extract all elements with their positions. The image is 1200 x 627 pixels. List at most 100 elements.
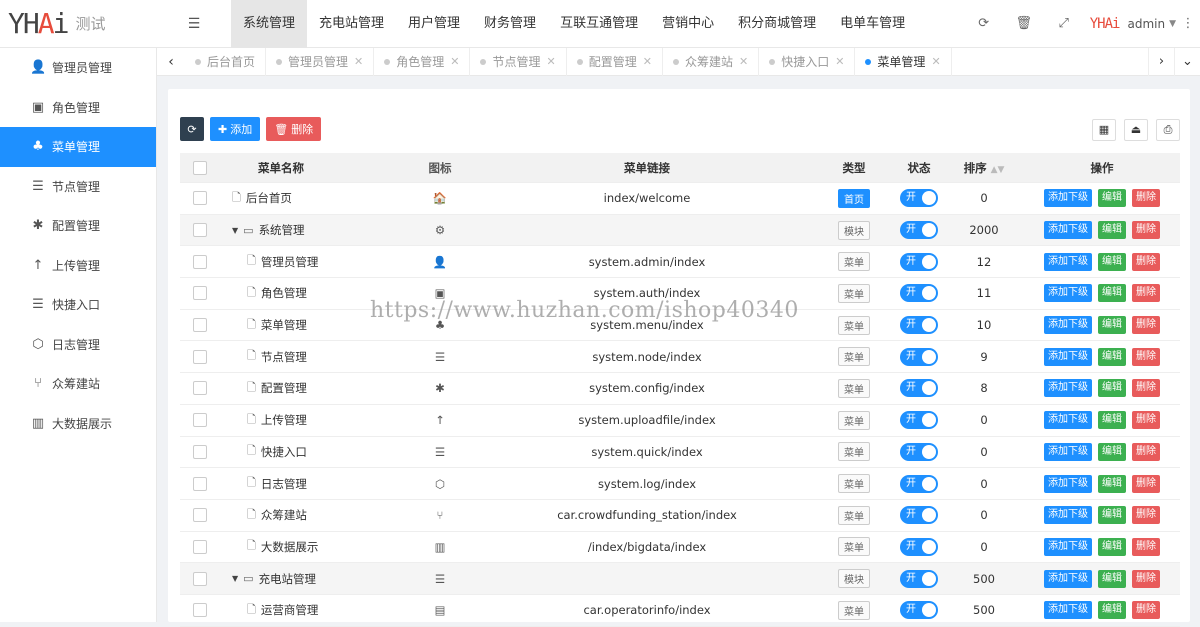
delete-row-button[interactable]: 删除: [1132, 537, 1160, 556]
tab[interactable]: 角色管理 ✕: [374, 47, 471, 76]
row-checkbox[interactable]: [193, 223, 207, 238]
delete-row-button[interactable]: 删除: [1132, 221, 1160, 240]
row-checkbox[interactable]: [193, 318, 207, 333]
sidebar-item[interactable]: ☰ 节点管理: [0, 167, 156, 207]
add-child-button[interactable]: 添加下级: [1044, 284, 1092, 303]
status-toggle[interactable]: 开: [900, 379, 938, 398]
avatar[interactable]: YHAi: [1090, 16, 1121, 32]
delete-row-button[interactable]: 删除: [1132, 316, 1160, 335]
menu-toggle-icon[interactable]: ☰: [157, 16, 231, 32]
delete-row-button[interactable]: 删除: [1132, 347, 1160, 366]
topnav-item[interactable]: 电单车管理: [828, 0, 917, 48]
trash-icon[interactable]: 🗑: [1004, 16, 1044, 31]
sidebar-item[interactable]: ▥ 大数据展示: [0, 404, 156, 444]
add-child-button[interactable]: 添加下级: [1044, 221, 1092, 240]
add-child-button[interactable]: 添加下级: [1044, 569, 1092, 588]
add-child-button[interactable]: 添加下级: [1044, 189, 1092, 208]
delete-row-button[interactable]: 删除: [1132, 506, 1160, 525]
close-icon[interactable]: ✕: [547, 48, 556, 76]
row-checkbox[interactable]: [193, 508, 207, 523]
status-toggle[interactable]: 开: [900, 316, 938, 335]
delete-row-button[interactable]: 删除: [1132, 379, 1160, 398]
row-checkbox[interactable]: [193, 413, 207, 428]
close-icon[interactable]: ✕: [739, 48, 748, 76]
row-checkbox[interactable]: [193, 349, 207, 364]
edit-button[interactable]: 编辑: [1098, 506, 1126, 525]
status-toggle[interactable]: 开: [900, 221, 938, 240]
expand-icon[interactable]: ▼: [232, 574, 238, 583]
close-icon[interactable]: ✕: [450, 48, 459, 76]
delete-row-button[interactable]: 删除: [1132, 411, 1160, 430]
edit-button[interactable]: 编辑: [1098, 569, 1126, 588]
tab[interactable]: 后台首页: [185, 47, 267, 76]
logo[interactable]: YHAi 测试: [0, 0, 157, 48]
edit-button[interactable]: 编辑: [1098, 284, 1126, 303]
delete-row-button[interactable]: 删除: [1132, 474, 1160, 493]
row-checkbox[interactable]: [193, 571, 207, 586]
sidebar-item[interactable]: ☰ 快捷入口: [0, 285, 156, 325]
sidebar-item[interactable]: ⑂ 众筹建站: [0, 364, 156, 404]
add-child-button[interactable]: 添加下级: [1044, 601, 1092, 620]
edit-button[interactable]: 编辑: [1098, 347, 1126, 366]
status-toggle[interactable]: 开: [900, 442, 938, 461]
delete-row-button[interactable]: 删除: [1132, 189, 1160, 208]
row-checkbox[interactable]: [193, 254, 207, 269]
tab[interactable]: 管理员管理 ✕: [266, 47, 375, 76]
row-checkbox[interactable]: [193, 539, 207, 554]
tab[interactable]: 快捷入口 ✕: [759, 47, 856, 76]
tab[interactable]: 众筹建站 ✕: [663, 47, 760, 76]
delete-row-button[interactable]: 删除: [1132, 442, 1160, 461]
sidebar-item[interactable]: ▣ 角色管理: [0, 88, 156, 128]
add-child-button[interactable]: 添加下级: [1044, 347, 1092, 366]
edit-button[interactable]: 编辑: [1098, 411, 1126, 430]
tab[interactable]: 配置管理 ✕: [567, 47, 663, 76]
sidebar-item[interactable]: ⬡ 日志管理: [0, 325, 156, 365]
status-toggle[interactable]: 开: [900, 347, 938, 366]
status-toggle[interactable]: 开: [900, 537, 938, 556]
sidebar-item[interactable]: ♣ 菜单管理: [0, 127, 156, 167]
delete-row-button[interactable]: 删除: [1132, 252, 1160, 271]
edit-button[interactable]: 编辑: [1098, 316, 1126, 335]
status-toggle[interactable]: 开: [900, 411, 938, 430]
fullscreen-icon[interactable]: ⤢: [1044, 16, 1084, 31]
row-checkbox[interactable]: [193, 286, 207, 301]
tab[interactable]: 节点管理 ✕: [470, 47, 567, 76]
row-checkbox[interactable]: [193, 476, 207, 491]
chevron-right-icon[interactable]: ›: [1148, 47, 1174, 76]
add-child-button[interactable]: 添加下级: [1044, 474, 1092, 493]
delete-row-button[interactable]: 删除: [1132, 569, 1160, 588]
edit-button[interactable]: 编辑: [1098, 221, 1126, 240]
header-order[interactable]: 排序 ▲▼: [944, 160, 1024, 176]
status-toggle[interactable]: 开: [900, 189, 938, 208]
refresh-button[interactable]: ⟳: [180, 117, 204, 141]
add-child-button[interactable]: 添加下级: [1044, 316, 1092, 335]
topnav-item[interactable]: 系统管理: [231, 0, 308, 48]
sidebar-item[interactable]: ↑ 上传管理: [0, 246, 156, 286]
edit-button[interactable]: 编辑: [1098, 474, 1126, 493]
close-icon[interactable]: ✕: [835, 48, 844, 76]
delete-row-button[interactable]: 删除: [1132, 284, 1160, 303]
sidebar-item[interactable]: 👤 管理员管理: [0, 48, 156, 88]
topnav-item[interactable]: 营销中心: [650, 0, 726, 48]
status-toggle[interactable]: 开: [900, 601, 938, 620]
topnav-item[interactable]: 充电站管理: [307, 0, 396, 48]
chevron-down-icon[interactable]: ▼: [1169, 19, 1176, 29]
close-icon[interactable]: ✕: [931, 48, 940, 76]
row-checkbox[interactable]: [193, 381, 207, 396]
status-toggle[interactable]: 开: [900, 474, 938, 493]
columns-icon[interactable]: ▦: [1092, 119, 1116, 141]
status-toggle[interactable]: 开: [900, 569, 938, 588]
close-icon[interactable]: ✕: [643, 48, 652, 76]
edit-button[interactable]: 编辑: [1098, 537, 1126, 556]
add-child-button[interactable]: 添加下级: [1044, 506, 1092, 525]
select-all-checkbox[interactable]: [193, 160, 207, 175]
add-child-button[interactable]: 添加下级: [1044, 537, 1092, 556]
row-checkbox[interactable]: [193, 444, 207, 459]
edit-button[interactable]: 编辑: [1098, 252, 1126, 271]
edit-button[interactable]: 编辑: [1098, 189, 1126, 208]
chevron-down-icon[interactable]: ⌄: [1174, 47, 1200, 76]
row-checkbox[interactable]: [193, 603, 207, 618]
close-icon[interactable]: ✕: [354, 48, 363, 76]
expand-icon[interactable]: ▼: [232, 226, 238, 235]
export-icon[interactable]: ⏏: [1124, 119, 1148, 141]
